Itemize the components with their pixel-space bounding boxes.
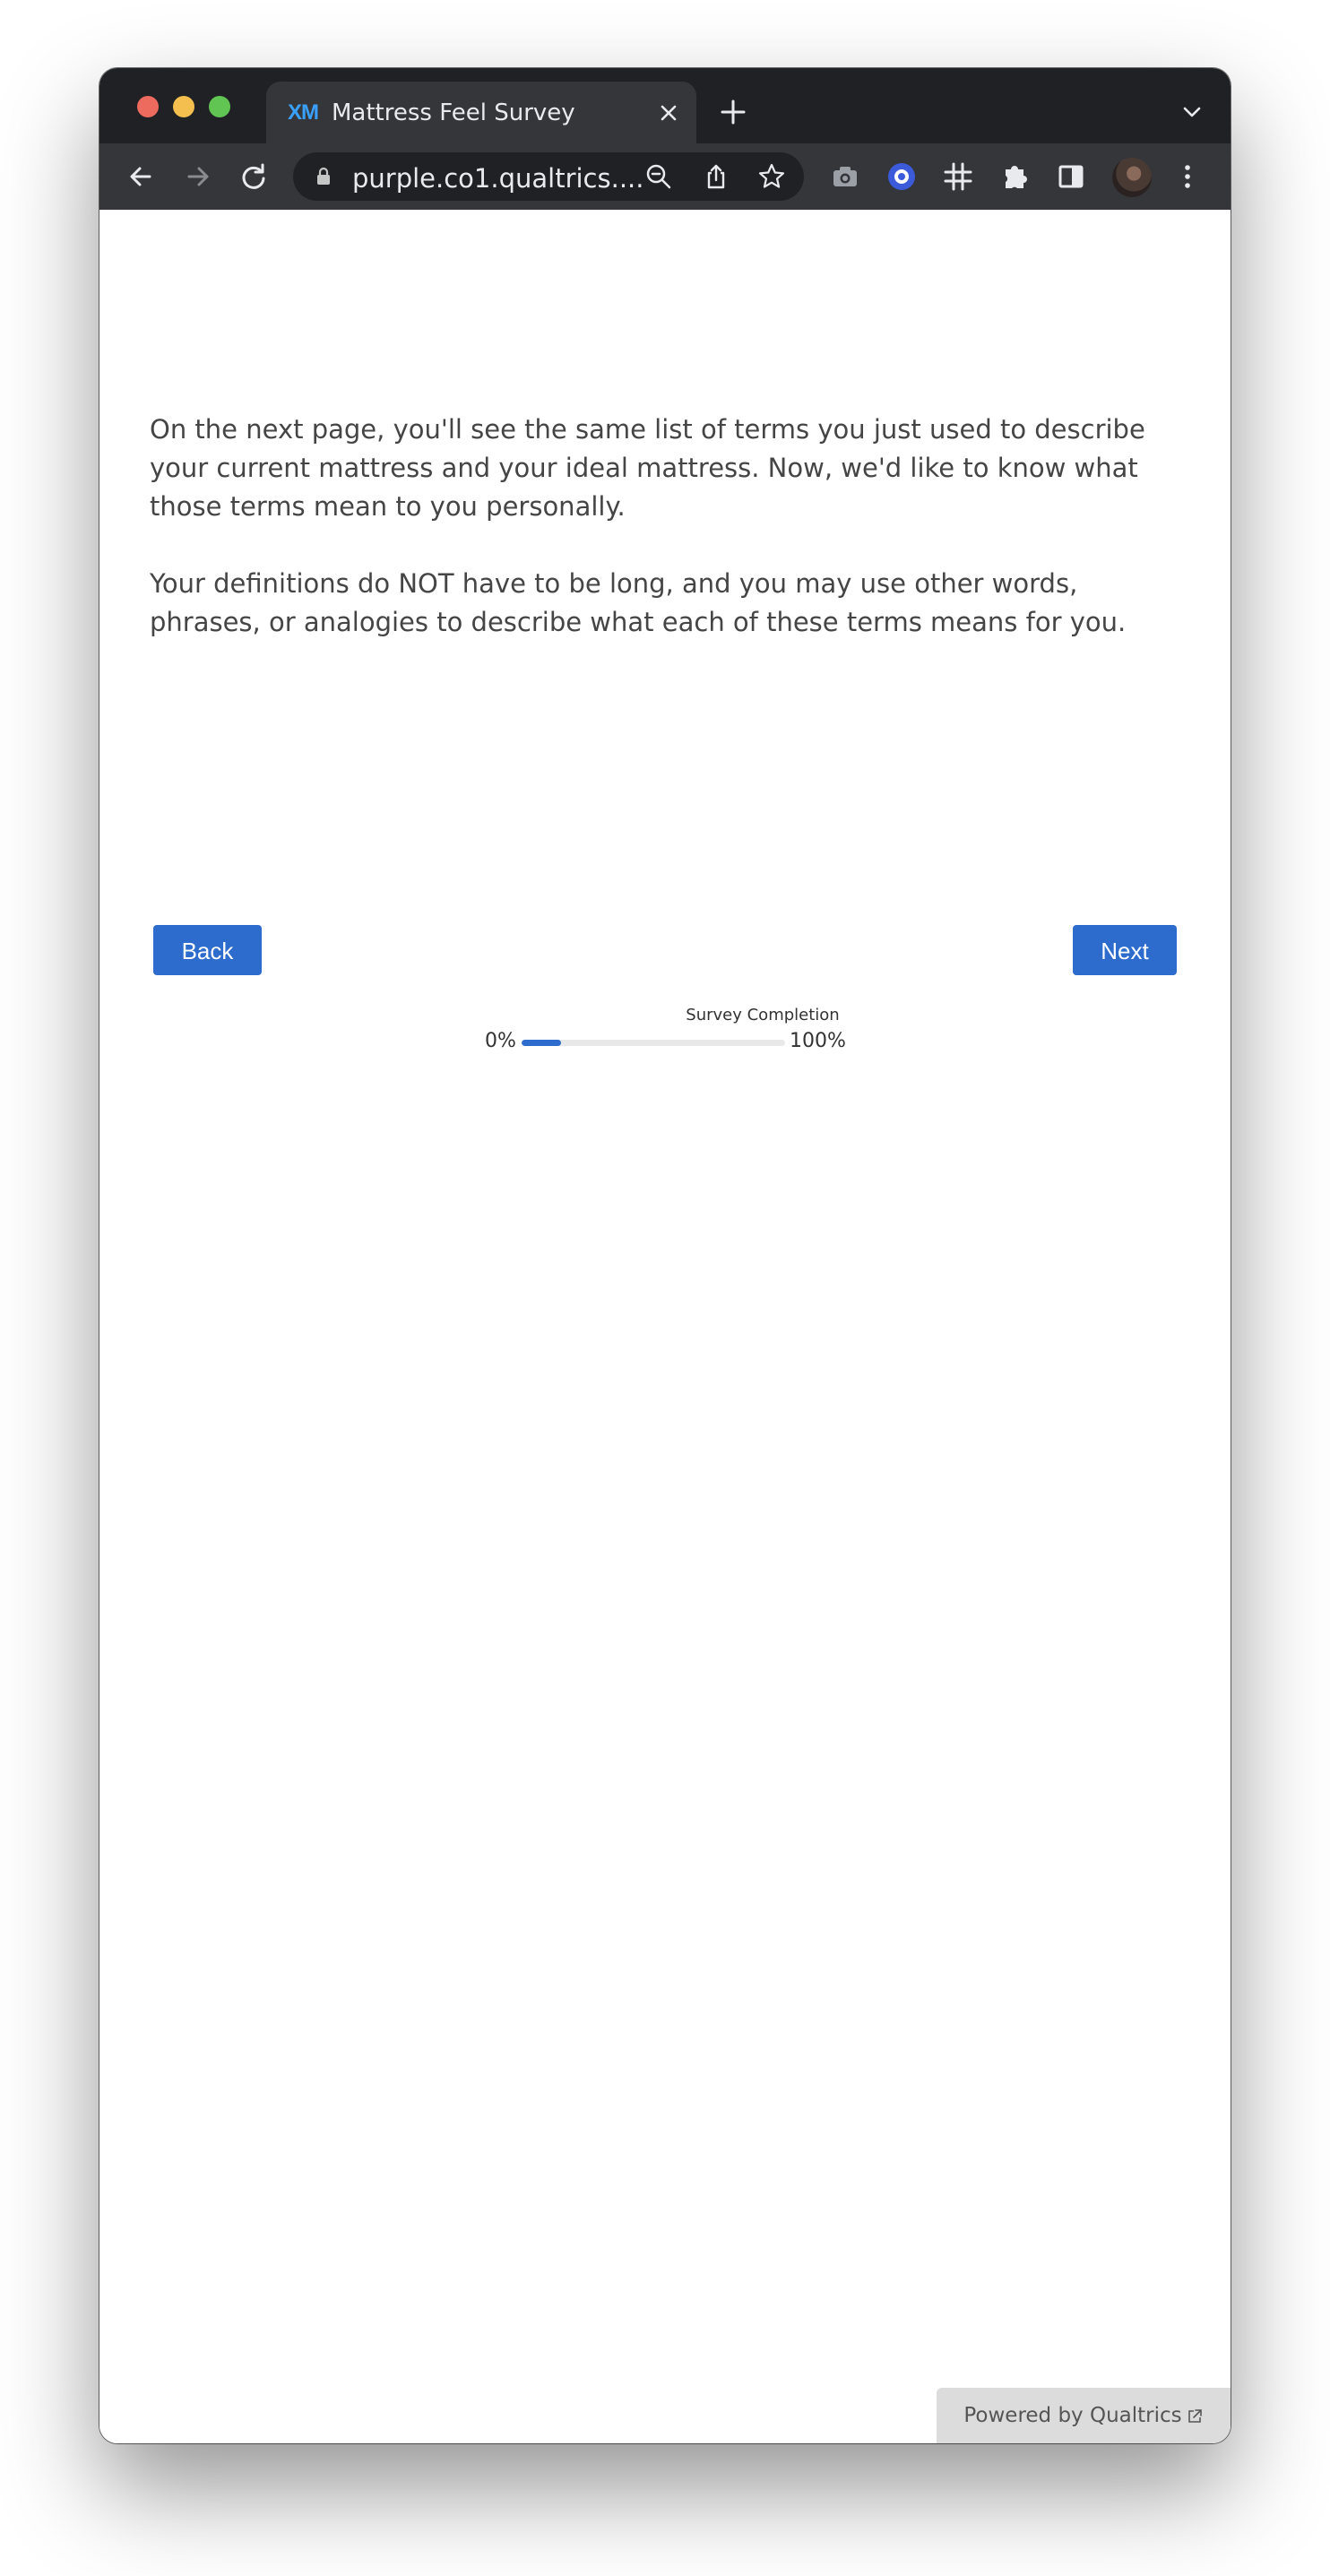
zoom-out-icon[interactable] — [644, 162, 673, 191]
intro-paragraph-1: On the next page, you'll see the same li… — [150, 414, 1145, 522]
next-button[interactable]: Next — [1073, 925, 1177, 975]
browser-window: XM Mattress Feel Survey purple.co1.qualt… — [99, 68, 1231, 2443]
back-arrow-icon[interactable] — [125, 160, 157, 193]
hashtag-icon[interactable] — [942, 160, 974, 193]
tab-close-icon[interactable] — [657, 101, 680, 125]
title-bar: XM Mattress Feel Survey — [99, 68, 1231, 143]
powered-by-qualtrics-link[interactable]: Powered by Qualtrics — [937, 2388, 1231, 2443]
window-minimize-button[interactable] — [173, 96, 194, 117]
powered-by-text: Powered by Qualtrics — [963, 2404, 1182, 2427]
sidebar-icon[interactable] — [1055, 160, 1087, 193]
window-maximize-button[interactable] — [209, 96, 230, 117]
share-icon[interactable] — [702, 162, 730, 191]
star-icon[interactable] — [757, 162, 786, 191]
puzzle-icon[interactable] — [998, 160, 1031, 193]
more-vert-icon[interactable] — [1171, 160, 1204, 193]
progress-label: Survey Completion — [686, 1006, 840, 1024]
address-bar[interactable]: purple.co1.qualtrics.... — [293, 152, 804, 201]
progress-end-label: 100% — [790, 1030, 846, 1052]
reload-icon[interactable] — [238, 160, 270, 193]
avatar[interactable] — [1112, 158, 1152, 197]
camera-icon[interactable] — [829, 160, 861, 193]
progress-bar — [522, 1040, 785, 1046]
external-link-icon — [1188, 2408, 1202, 2423]
browser-toolbar: purple.co1.qualtrics.... — [99, 143, 1231, 210]
new-tab-icon[interactable] — [718, 97, 748, 127]
extension-target-icon[interactable] — [885, 160, 918, 193]
progress-bar-fill — [522, 1040, 562, 1046]
intro-paragraph-2: Your definitions do NOT have to be long,… — [150, 568, 1127, 637]
browser-tab[interactable]: XM Mattress Feel Survey — [266, 82, 696, 143]
tab-title: Mattress Feel Survey — [332, 99, 575, 126]
forward-arrow-icon[interactable] — [182, 160, 214, 193]
survey-page: On the next page, you'll see the same li… — [99, 210, 1231, 2443]
chevron-down-icon[interactable] — [1180, 100, 1204, 124]
survey-intro-text: On the next page, you'll see the same li… — [150, 411, 1180, 680]
back-button[interactable]: Back — [153, 925, 262, 975]
window-close-button[interactable] — [137, 96, 159, 117]
qualtrics-xm-icon: XM — [288, 100, 319, 125]
lock-icon[interactable] — [313, 166, 334, 187]
progress-start-label: 0% — [485, 1030, 516, 1052]
url-text[interactable]: purple.co1.qualtrics.... — [352, 163, 644, 194]
